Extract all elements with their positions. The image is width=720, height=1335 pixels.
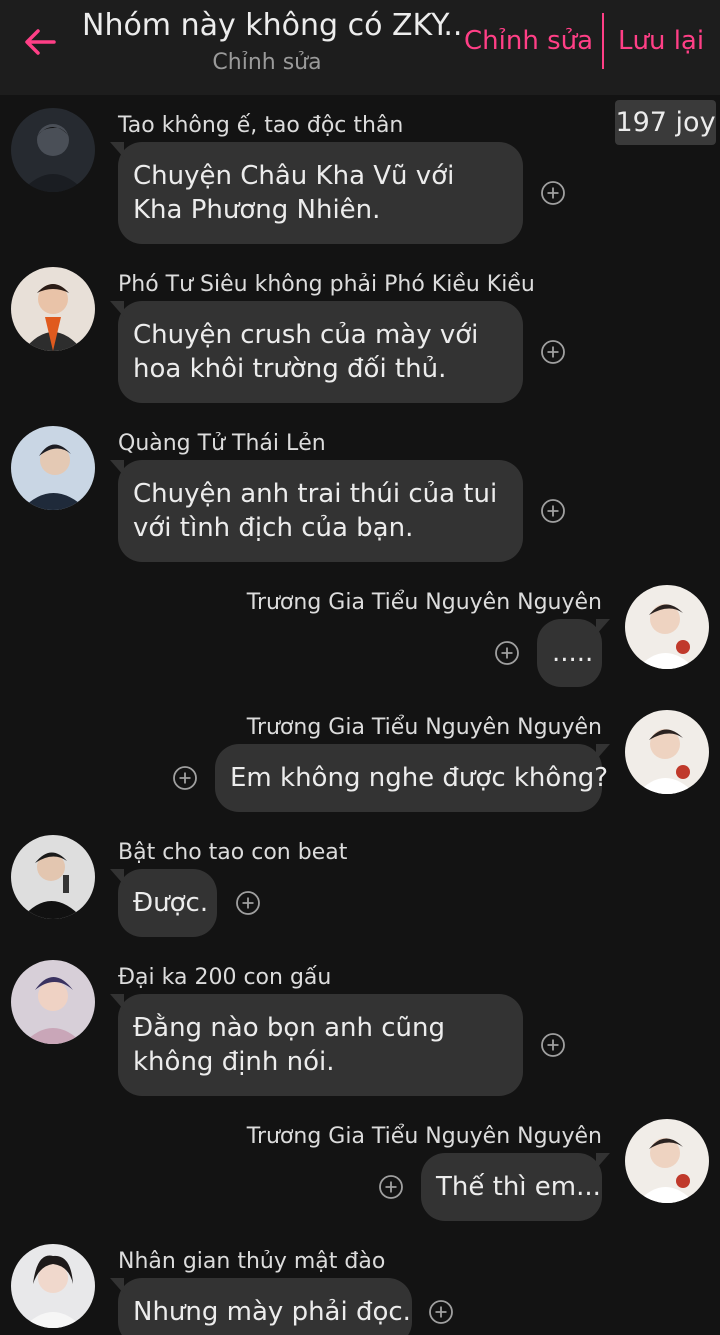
sender-name: Tao không ế, tao độc thân xyxy=(118,113,404,138)
header-divider xyxy=(602,13,604,69)
message-bubble[interactable]: Nhưng mày phải đọc. xyxy=(110,1278,412,1335)
message-text: Đằng nào bọn anh cũng không định nói. xyxy=(133,1013,445,1077)
add-reaction-icon[interactable] xyxy=(378,1174,404,1200)
avatar[interactable] xyxy=(625,1119,709,1203)
chat-title: Nhóm này không có ZKY... xyxy=(82,8,462,43)
add-reaction-icon[interactable] xyxy=(235,890,261,916)
message-text: Chuyện anh trai thúi của tui với tình đị… xyxy=(133,479,498,543)
message-bubble[interactable]: ..... xyxy=(537,619,610,687)
joy-badge: 197 joy xyxy=(615,100,716,145)
avatar[interactable] xyxy=(11,835,95,919)
message-text: Được. xyxy=(133,888,209,918)
sender-name: Đại ka 200 con gấu xyxy=(118,965,332,990)
sender-name: Trương Gia Tiểu Nguyên Nguyên xyxy=(246,715,602,740)
sender-name: Bật cho tao con beat xyxy=(118,840,348,865)
message-bubble[interactable]: Chuyện crush của mày với hoa khôi trường… xyxy=(110,301,523,403)
message-text: Em không nghe được không? xyxy=(230,763,609,793)
avatar[interactable] xyxy=(11,960,95,1044)
message-bubble[interactable]: Đằng nào bọn anh cũng không định nói. xyxy=(110,994,523,1096)
avatar[interactable] xyxy=(625,585,709,669)
message-bubble[interactable]: Chuyện anh trai thúi của tui với tình đị… xyxy=(110,460,523,562)
avatar[interactable] xyxy=(11,108,95,192)
message-bubble[interactable]: Được. xyxy=(110,869,217,937)
add-reaction-icon[interactable] xyxy=(540,1032,566,1058)
message-text: ..... xyxy=(552,638,594,668)
chat-header: Nhóm này không có ZKY... Chỉnh sửa Chỉnh… xyxy=(0,0,720,95)
add-reaction-icon[interactable] xyxy=(540,498,566,524)
sender-name: Phó Tư Siêu không phải Phó Kiều Kiều xyxy=(118,272,535,297)
add-reaction-icon[interactable] xyxy=(494,640,520,666)
message-text: Thế thì em... xyxy=(436,1172,601,1202)
add-reaction-icon[interactable] xyxy=(428,1299,454,1325)
message-bubble[interactable]: Em không nghe được không? xyxy=(215,744,610,812)
sender-name: Quàng Tử Thái Lẻn xyxy=(118,431,326,456)
sender-name: Trương Gia Tiểu Nguyên Nguyên xyxy=(246,590,602,615)
edit-button[interactable]: Chỉnh sửa xyxy=(464,26,593,56)
message-text: Chuyện crush của mày với hoa khôi trường… xyxy=(133,320,479,384)
avatar[interactable] xyxy=(11,267,95,351)
avatar[interactable] xyxy=(625,710,709,794)
avatar[interactable] xyxy=(11,1244,95,1328)
sender-name: Nhân gian thủy mật đào xyxy=(118,1249,386,1274)
message-text: Nhưng mày phải đọc. xyxy=(133,1297,411,1327)
add-reaction-icon[interactable] xyxy=(540,339,566,365)
chat-subtitle: Chỉnh sửa xyxy=(212,50,322,75)
message-bubble[interactable]: Thế thì em... xyxy=(421,1153,610,1221)
message-text: Chuyện Châu Kha Vũ với Kha Phương Nhiên. xyxy=(133,161,455,225)
add-reaction-icon[interactable] xyxy=(172,765,198,791)
sender-name: Trương Gia Tiểu Nguyên Nguyên xyxy=(246,1124,602,1149)
message-bubble[interactable]: Chuyện Châu Kha Vũ với Kha Phương Nhiên. xyxy=(110,142,523,244)
add-reaction-icon[interactable] xyxy=(540,180,566,206)
avatar[interactable] xyxy=(11,426,95,510)
save-button[interactable]: Lưu lại xyxy=(618,26,704,56)
